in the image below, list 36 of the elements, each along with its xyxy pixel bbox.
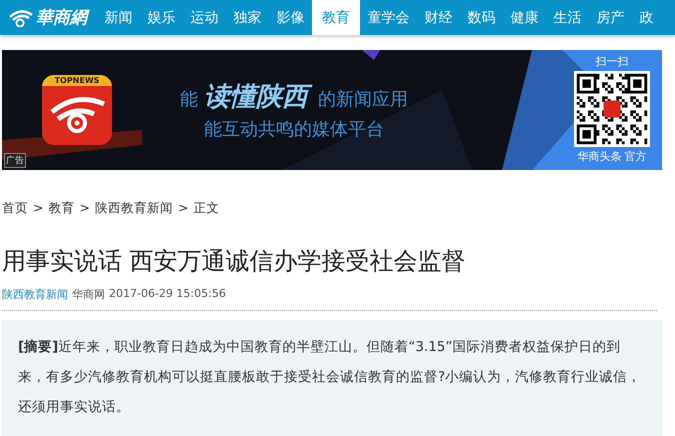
slogan-text: 能: [180, 88, 198, 111]
nav-tab[interactable]: 房产: [589, 0, 632, 35]
nav-tab[interactable]: 教育: [312, 0, 360, 35]
nav-tab[interactable]: 生活: [546, 0, 589, 35]
nav-tab[interactable]: 童学会: [360, 0, 417, 35]
scan-label: 扫一扫: [596, 54, 628, 69]
slogan-text: 的新闻应用: [318, 88, 408, 111]
wifi-logo-icon: [8, 8, 34, 26]
nav-tab[interactable]: 数码: [460, 0, 503, 35]
nav-tab[interactable]: 运动: [183, 0, 226, 35]
qr-code-icon: [574, 71, 650, 147]
nav-tab[interactable]: 影像: [269, 0, 312, 35]
slogan-highlight: 读懂陕西: [204, 79, 312, 115]
nav-tab[interactable]: 独家: [226, 0, 269, 35]
slogan-subline: 能互动共鸣的媒体平台: [204, 118, 384, 141]
article-source: 华商网: [72, 287, 105, 302]
breadcrumb-separator: >: [178, 200, 188, 217]
nav-tab[interactable]: 娱乐: [140, 0, 183, 35]
site-logo[interactable]: 華商網: [36, 6, 87, 29]
nav-tab[interactable]: 财经: [417, 0, 460, 35]
nav-tab[interactable]: 新闻: [97, 0, 140, 35]
ad-tag: 广告: [4, 153, 26, 168]
breadcrumb-link[interactable]: 陕西教育新闻: [94, 200, 173, 217]
breadcrumb-link[interactable]: 教育: [48, 200, 74, 217]
breadcrumb-link[interactable]: 正文: [193, 200, 220, 217]
breadcrumb-separator: >: [33, 200, 44, 217]
article-title: 用事实说话 西安万通诚信办学接受社会监督: [2, 246, 467, 277]
nav-tab[interactable]: 健康: [503, 0, 546, 35]
breadcrumb-link[interactable]: 首页: [2, 200, 28, 217]
app-badge: TOPNEWS: [42, 75, 112, 86]
breadcrumb-separator: >: [79, 200, 90, 217]
channel-link[interactable]: 陕西教育新闻: [2, 287, 68, 302]
article-date: 2017-06-29 15:05:56: [109, 287, 226, 302]
qr-caption: 华商头条 官方: [577, 149, 647, 164]
summary-text: [摘要]近年来，职业教育日趋成为中国教育的半壁江山。但随着“3.15”国际消费者权益保护日的到来，有多少汽修教育机构可以挺直腰板敢于接受社会诚信教育的监督?小编认为，汽修教育行业诚信，还须用事实说话。: [18, 338, 642, 417]
nav-tab[interactable]: 政: [632, 0, 661, 35]
